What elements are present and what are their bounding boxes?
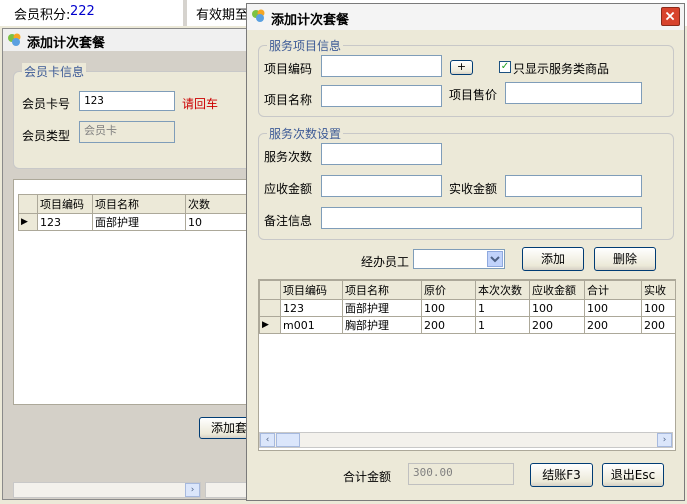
table-row[interactable]: ▶ m001 胸部护理 200 1 200 200 200 bbox=[259, 316, 675, 334]
count-setting-group-title: 服务次数设置 bbox=[267, 125, 344, 142]
row-pointer-icon: ▶ bbox=[259, 316, 281, 334]
staff-label: 经办员工 bbox=[361, 255, 410, 269]
strip-divider bbox=[183, 0, 187, 26]
item-code-label: 项目编码 bbox=[264, 62, 313, 76]
back-grid-panel: 项目编码 项目名称 次数 ▶ 123 面部护理 10 bbox=[13, 179, 255, 405]
app-logo-icon bbox=[252, 9, 265, 22]
table-cell[interactable]: 胸部护理 bbox=[342, 316, 422, 334]
column-header[interactable]: 项目编码 bbox=[280, 280, 343, 300]
card-no-input[interactable]: 123 bbox=[79, 91, 175, 111]
table-row[interactable]: ▶ 123 面部护理 10 bbox=[18, 213, 251, 231]
back-status-cell bbox=[205, 482, 247, 498]
items-grid-panel: 项目编码 项目名称 原价 本次次数 应收金额 合计 实收 123 面部护理 10… bbox=[258, 279, 676, 451]
column-header[interactable]: 合计 bbox=[584, 280, 642, 300]
table-cell[interactable]: 面部护理 bbox=[342, 299, 422, 317]
back-horizontal-scrollbar[interactable]: › bbox=[13, 482, 201, 498]
scroll-right-icon[interactable]: › bbox=[657, 433, 672, 447]
remark-label: 备注信息 bbox=[264, 214, 313, 228]
only-service-label: 只显示服务类商品 bbox=[513, 62, 610, 76]
dialog-title: 添加计次套餐 bbox=[271, 13, 350, 28]
row-header-cell bbox=[259, 299, 281, 317]
table-cell[interactable]: 100 bbox=[421, 299, 476, 317]
close-icon bbox=[665, 11, 675, 21]
receivable-label: 应收金额 bbox=[264, 182, 313, 196]
card-info-group: 会员卡信息 bbox=[13, 63, 255, 169]
table-cell[interactable]: 123 bbox=[280, 299, 343, 317]
staff-select-arrow[interactable] bbox=[487, 251, 503, 267]
valid-until-label: 有效期至 bbox=[196, 8, 249, 23]
total-amount-label: 合计金额 bbox=[343, 470, 392, 484]
back-table-header: 项目编码 项目名称 次数 bbox=[18, 194, 251, 214]
card-info-group-title: 会员卡信息 bbox=[22, 63, 87, 80]
close-button[interactable] bbox=[661, 7, 680, 26]
app-logo-icon bbox=[8, 33, 21, 46]
points-value: 222 bbox=[70, 4, 95, 19]
items-table: 项目编码 项目名称 原价 本次次数 应收金额 合计 实收 123 面部护理 10… bbox=[259, 280, 675, 334]
scroll-thumb[interactable] bbox=[276, 433, 300, 447]
back-window-titlebar[interactable]: 添加计次套餐 bbox=[3, 29, 247, 51]
items-horizontal-scrollbar[interactable]: ‹ › bbox=[259, 432, 673, 448]
items-table-header: 项目编码 项目名称 原价 本次次数 应收金额 合计 实收 bbox=[259, 280, 675, 300]
column-header[interactable]: 次数 bbox=[185, 194, 251, 214]
service-count-input[interactable] bbox=[321, 143, 442, 165]
table-cell[interactable]: 100 bbox=[529, 299, 585, 317]
table-cell[interactable]: 100 bbox=[641, 299, 675, 317]
only-service-checkbox[interactable]: ✓ bbox=[499, 61, 511, 73]
checkout-button[interactable]: 结账F3 bbox=[530, 463, 593, 487]
member-type-field: 会员卡 bbox=[79, 121, 175, 143]
table-cell[interactable]: 1 bbox=[475, 316, 530, 334]
service-count-label: 服务次数 bbox=[264, 150, 313, 164]
service-item-group-title: 服务项目信息 bbox=[267, 37, 344, 54]
card-no-label: 会员卡号 bbox=[22, 97, 71, 111]
column-header[interactable]: 实收 bbox=[641, 280, 675, 300]
table-cell[interactable]: 10 bbox=[185, 213, 251, 231]
row-pointer-icon: ▶ bbox=[18, 213, 38, 231]
item-price-label: 项目售价 bbox=[449, 88, 498, 102]
points-label: 会员积分: bbox=[14, 8, 71, 23]
receivable-input[interactable] bbox=[321, 175, 442, 197]
row-header-corner bbox=[259, 280, 281, 300]
column-header[interactable]: 项目名称 bbox=[342, 280, 422, 300]
table-cell[interactable]: m001 bbox=[280, 316, 343, 334]
table-cell[interactable]: 面部护理 bbox=[92, 213, 186, 231]
table-cell[interactable]: 123 bbox=[37, 213, 93, 231]
table-row[interactable]: 123 面部护理 100 1 100 100 100 bbox=[259, 299, 675, 317]
table-cell[interactable]: 100 bbox=[584, 299, 642, 317]
delete-button[interactable]: 删除 bbox=[594, 247, 656, 271]
actual-amount-input[interactable] bbox=[505, 175, 642, 197]
scroll-right-icon[interactable]: › bbox=[185, 483, 200, 497]
back-window: 添加计次套餐 会员卡信息 会员卡号 123 请回车 会员类型 会员卡 项目编码 … bbox=[2, 28, 259, 500]
remark-input[interactable] bbox=[321, 207, 642, 229]
exit-button[interactable]: 退出Esc bbox=[602, 463, 664, 487]
table-cell[interactable]: 200 bbox=[529, 316, 585, 334]
enter-hint: 请回车 bbox=[182, 97, 219, 111]
chevron-down-icon bbox=[490, 256, 500, 263]
item-name-input[interactable] bbox=[321, 85, 442, 107]
column-header[interactable]: 项目名称 bbox=[92, 194, 186, 214]
column-header[interactable]: 项目编码 bbox=[37, 194, 93, 214]
item-code-input[interactable] bbox=[321, 55, 442, 77]
table-cell[interactable]: 1 bbox=[475, 299, 530, 317]
back-items-table: 项目编码 项目名称 次数 ▶ 123 面部护理 10 bbox=[18, 194, 251, 231]
add-button[interactable]: 添加 bbox=[522, 247, 584, 271]
back-window-title: 添加计次套餐 bbox=[27, 36, 106, 51]
item-lookup-plus-button[interactable]: + bbox=[450, 60, 473, 75]
table-cell[interactable]: 200 bbox=[584, 316, 642, 334]
item-name-label: 项目名称 bbox=[264, 93, 313, 107]
table-cell[interactable]: 200 bbox=[641, 316, 675, 334]
member-type-label: 会员类型 bbox=[22, 129, 71, 143]
add-package-dialog: 添加计次套餐 服务项目信息 项目编码 + ✓ 只显示服务类商品 项目名称 项目售… bbox=[246, 3, 685, 501]
column-header[interactable]: 本次次数 bbox=[475, 280, 530, 300]
column-header[interactable]: 原价 bbox=[421, 280, 476, 300]
column-header[interactable]: 应收金额 bbox=[529, 280, 585, 300]
item-price-input[interactable] bbox=[505, 82, 642, 104]
table-cell[interactable]: 200 bbox=[421, 316, 476, 334]
total-amount-field: 300.00 bbox=[408, 463, 514, 485]
scroll-left-icon[interactable]: ‹ bbox=[260, 433, 275, 447]
dialog-titlebar[interactable]: 添加计次套餐 bbox=[247, 4, 684, 30]
actual-amount-label: 实收金额 bbox=[449, 182, 498, 196]
row-header-corner bbox=[18, 194, 38, 214]
